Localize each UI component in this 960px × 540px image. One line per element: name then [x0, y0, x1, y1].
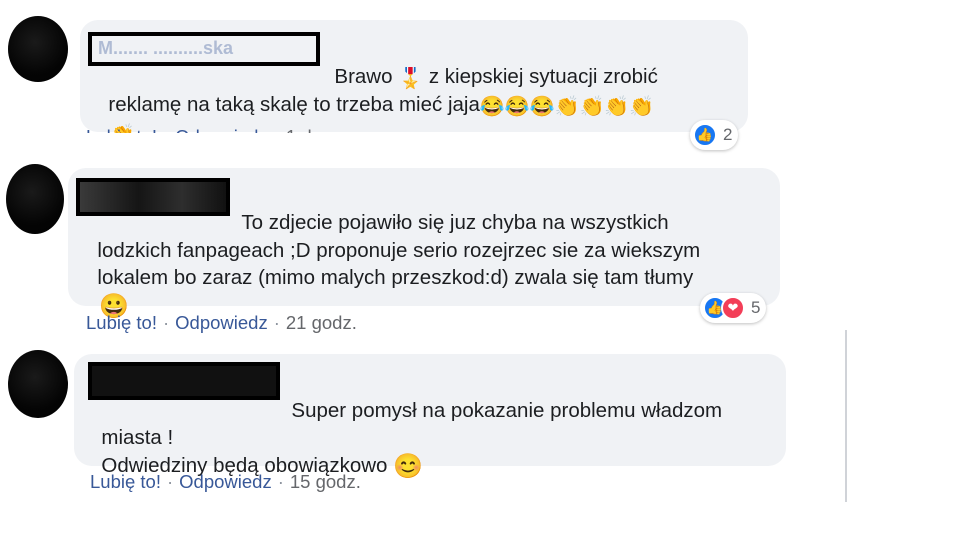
love-reaction-icon: ❤ [721, 296, 745, 320]
comment-text-line: lokalem bo zaraz (mimo malych przeszkod:… [86, 237, 693, 291]
reply-link[interactable]: Odpowiedz [175, 312, 268, 333]
smiling-emoji: 😊 [393, 453, 424, 480]
comment-author[interactable]: M....... ..........ska [98, 38, 233, 59]
redacted-author-name[interactable] [88, 362, 280, 400]
separator: · [273, 312, 280, 333]
comment-text-part: Super pomysł na pokazanie problemu władz… [291, 399, 723, 422]
like-reaction-icon: 👍 [693, 123, 717, 147]
like-link[interactable]: Lubię to! [86, 312, 157, 333]
avatar[interactable] [8, 16, 68, 82]
divider-line [845, 330, 847, 502]
reply-link[interactable]: Odpowiedz [179, 471, 272, 492]
redacted-author-name[interactable]: M....... ..........ska [88, 32, 320, 66]
timestamp[interactable]: 15 godz. [290, 471, 361, 492]
avatar[interactable] [6, 164, 64, 234]
like-link[interactable]: Lubię to! [90, 471, 161, 492]
cropped-area [80, 133, 780, 153]
laughing-emoji: 😂 [504, 96, 530, 118]
reaction-count: 2 [723, 125, 733, 144]
reaction-summary[interactable]: 👍 2 [690, 120, 739, 150]
reaction-count: 5 [751, 298, 761, 317]
comment-text-line: 😀 [88, 265, 129, 319]
clapping-emoji: 👏 [579, 96, 605, 118]
laughing-emoji: 😂 [529, 96, 555, 118]
comment-text-line: reklamę na taką skalę to trzeba mieć jaj… [97, 64, 654, 118]
avatar[interactable] [8, 350, 68, 418]
timestamp[interactable]: 21 godz. [286, 312, 357, 333]
comment-text-part: reklamę na taką skalę to trzeba mieć jaj… [108, 93, 480, 116]
clapping-emoji: 👏 [604, 96, 630, 118]
comment-text-part: lokalem bo zaraz (mimo malych przeszkod:… [97, 266, 694, 289]
separator: · [277, 471, 284, 492]
clapping-emoji: 👏 [554, 96, 580, 118]
reaction-summary[interactable]: 👍 ❤ 5 [700, 293, 767, 323]
clapping-emoji: 👏 [629, 96, 655, 118]
separator: · [162, 312, 170, 333]
laughing-emoji: 😂 [479, 96, 505, 118]
separator: · [166, 471, 174, 492]
comment-actions: Lubię to! · Odpowiedz · 15 godz. [90, 471, 361, 493]
comment-actions: Lubię to! · Odpowiedz · 21 godz. [86, 312, 357, 334]
comment-text-line: Super pomysł na pokazanie problemu władz… [280, 370, 722, 424]
